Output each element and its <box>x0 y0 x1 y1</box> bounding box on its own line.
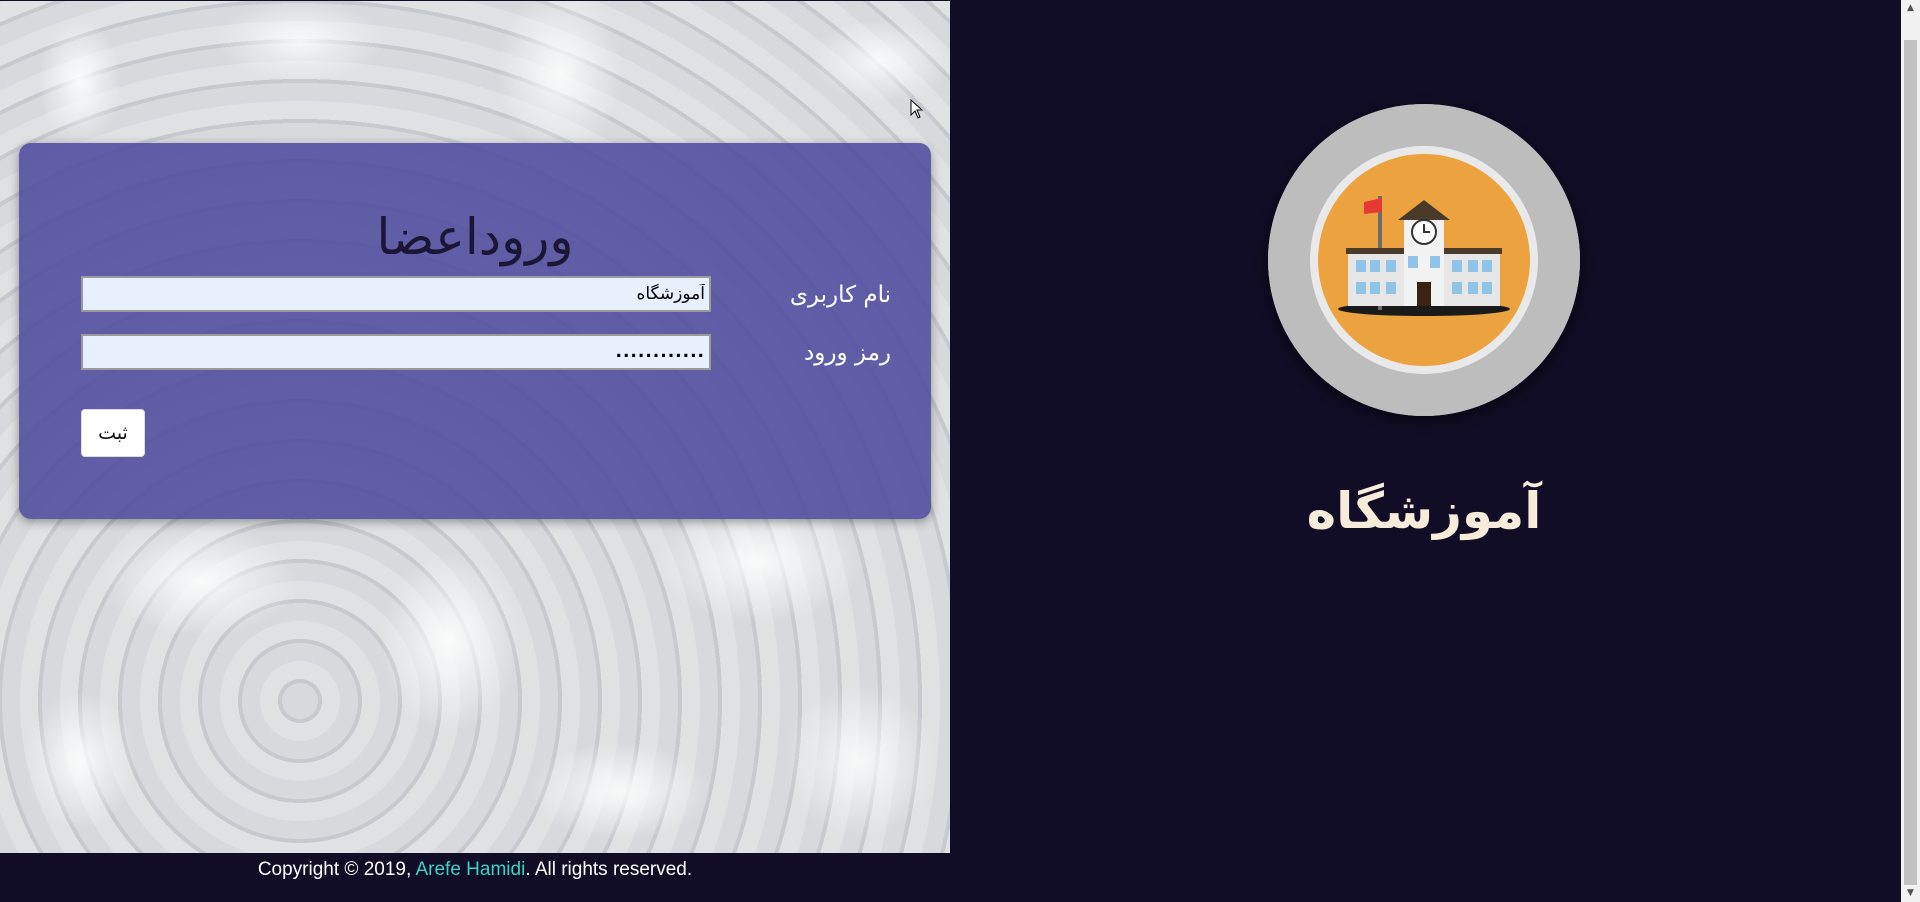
footer-copyright-suffix: . All rights reserved. <box>525 859 693 880</box>
password-label: رمز ورود <box>804 340 891 366</box>
username-label: نام کاربری <box>789 282 891 308</box>
decorative-background-panel: وروداعضا نام کاربری رمز ورود ثبت <box>0 1 950 853</box>
mouse-cursor-icon <box>910 99 924 119</box>
school-logo <box>1268 104 1580 416</box>
school-building-icon <box>1268 104 1580 416</box>
password-input[interactable] <box>81 334 711 370</box>
login-page: وروداعضا نام کاربری رمز ورود ثبت <box>0 0 1920 902</box>
login-card: وروداعضا نام کاربری رمز ورود ثبت <box>19 143 931 519</box>
username-input[interactable] <box>81 276 711 312</box>
footer: Copyright © 2019, Arefe Hamidi. All righ… <box>0 856 950 884</box>
login-title: وروداعضا <box>376 208 574 266</box>
footer-author-link[interactable]: Arefe Hamidi <box>415 859 525 880</box>
footer-copyright-prefix: Copyright © 2019, <box>257 859 416 880</box>
scroll-up-arrow-icon[interactable]: ▲ <box>1901 0 1920 17</box>
username-row: نام کاربری <box>81 276 891 314</box>
scroll-down-arrow-icon[interactable]: ▼ <box>1901 885 1920 902</box>
password-row: رمز ورود <box>81 334 891 372</box>
scroll-thumb[interactable] <box>1904 40 1917 885</box>
vertical-scrollbar[interactable]: ▲ ▼ <box>1901 0 1920 902</box>
submit-button[interactable]: ثبت <box>81 409 145 457</box>
brand-name: آموزشگاه <box>1306 482 1542 540</box>
